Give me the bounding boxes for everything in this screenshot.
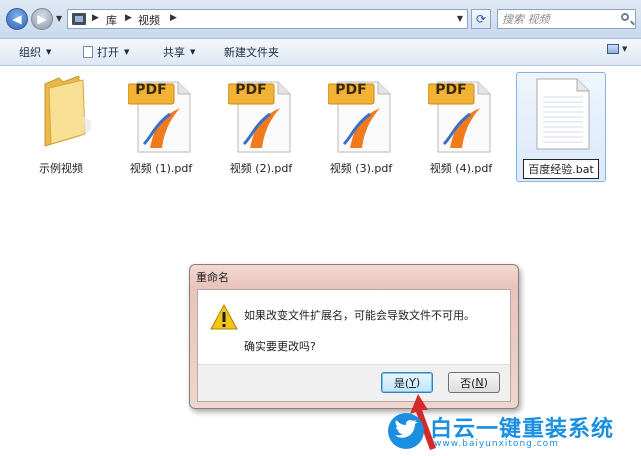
text-file-icon <box>536 78 590 150</box>
organize-label: 组织 <box>19 46 41 59</box>
refresh-icon: ⟳ <box>475 12 487 26</box>
yes-shortcut-key: Y <box>409 376 416 389</box>
pdf-badge: PDF <box>235 82 267 98</box>
dialog-title: 重命名 <box>196 271 229 284</box>
organize-button[interactable]: 组织 ▼ <box>19 44 51 60</box>
recent-pages-dropdown-icon[interactable]: ▼ <box>56 14 62 23</box>
file-item-pdf-3[interactable]: PDF 视频 (3).pdf <box>316 72 406 182</box>
folder-icon <box>44 76 91 147</box>
yes-label-suffix: ) <box>415 376 421 389</box>
open-label: 打开 <box>97 46 119 59</box>
file-name: 视频 (1).pdf <box>129 162 193 175</box>
watermark-url: www.baiyunxitong.com <box>434 439 559 449</box>
new-folder-label: 新建文件夹 <box>224 46 279 59</box>
file-item-pdf-1[interactable]: PDF 视频 (1).pdf <box>116 72 206 182</box>
breadcrumb-item-videos[interactable]: 视频 <box>138 12 160 28</box>
view-options-icon <box>607 44 619 54</box>
watermark: 白云一键重装系统 www.baiyunxitong.com <box>388 411 638 453</box>
address-history-dropdown-icon[interactable]: ▼ <box>457 14 463 23</box>
no-label-suffix: ) <box>483 376 488 389</box>
rename-input[interactable]: 百度经验.bat <box>523 159 599 179</box>
search-box[interactable] <box>497 9 636 29</box>
chevron-right-icon[interactable]: ▶ <box>92 13 99 23</box>
no-shortcut-key: N <box>475 376 484 389</box>
no-label: 否( <box>460 376 476 390</box>
share-button[interactable]: 共享 ▼ <box>163 44 195 60</box>
breadcrumb-item-library[interactable]: 库 <box>106 12 117 28</box>
file-item-folder[interactable]: 示例视频 <box>16 72 106 182</box>
rename-dialog: 重命名 如果改变文件扩展名，可能会导致文件不可用。 确实要更改吗? 是(Y) 否… <box>189 264 519 409</box>
library-videos-icon <box>72 13 86 25</box>
file-name: 视频 (4).pdf <box>429 162 493 175</box>
yes-button[interactable]: 是(Y) <box>381 372 433 393</box>
dialog-question: 确实要更改吗? <box>244 340 316 353</box>
back-button[interactable]: ◀ <box>6 8 28 30</box>
twitter-bird-logo-icon <box>388 413 424 449</box>
chevron-down-icon: ▼ <box>124 48 130 56</box>
no-button[interactable]: 否(N) <box>448 372 500 393</box>
file-name: 视频 (2).pdf <box>229 162 293 175</box>
open-button[interactable]: 打开 ▼ <box>83 44 129 60</box>
file-name: 视频 (3).pdf <box>329 162 393 175</box>
chevron-down-icon: ▼ <box>46 48 52 56</box>
chevron-right-icon[interactable]: ▶ <box>125 13 132 23</box>
pdf-badge: PDF <box>335 82 367 98</box>
search-icon[interactable] <box>621 13 629 21</box>
file-name: 示例视频 <box>39 162 83 175</box>
dialog-message: 如果改变文件扩展名，可能会导致文件不可用。 <box>244 309 475 322</box>
command-bar: 组织 ▼ 打开 ▼ 共享 ▼ 新建文件夹 ▼ <box>0 39 641 66</box>
back-arrow-icon: ◀ <box>12 12 22 26</box>
chevron-down-icon: ▼ <box>622 45 628 53</box>
file-item-pdf-4[interactable]: PDF 视频 (4).pdf <box>416 72 506 182</box>
forward-button[interactable]: ▶ <box>31 8 53 30</box>
new-folder-button[interactable]: 新建文件夹 <box>224 44 279 60</box>
breadcrumb[interactable]: ▶ 库 ▶ 视频 ▶ ▼ <box>67 9 468 29</box>
chevron-right-icon[interactable]: ▶ <box>170 13 177 23</box>
warning-icon <box>210 304 238 330</box>
dialog-body: 如果改变文件扩展名，可能会导致文件不可用。 确实要更改吗? 是(Y) 否(N) <box>197 289 511 402</box>
dialog-button-bar: 是(Y) 否(N) <box>198 364 510 401</box>
change-view-button[interactable]: ▼ <box>607 44 627 54</box>
open-document-icon <box>83 46 93 58</box>
address-bar: ◀ ▶ ▼ ▶ 库 ▶ 视频 ▶ ▼ ⟳ <box>0 0 641 39</box>
pdf-badge: PDF <box>135 82 167 98</box>
forward-arrow-icon: ▶ <box>37 12 47 26</box>
file-item-bat[interactable]: 百度经验.bat <box>516 72 606 182</box>
search-input[interactable] <box>502 11 612 27</box>
share-label: 共享 <box>163 46 185 59</box>
refresh-button[interactable]: ⟳ <box>471 9 491 29</box>
file-item-pdf-2[interactable]: PDF 视频 (2).pdf <box>216 72 306 182</box>
yes-label: 是( <box>393 376 410 390</box>
pdf-badge: PDF <box>435 82 467 98</box>
chevron-down-icon: ▼ <box>190 48 196 56</box>
